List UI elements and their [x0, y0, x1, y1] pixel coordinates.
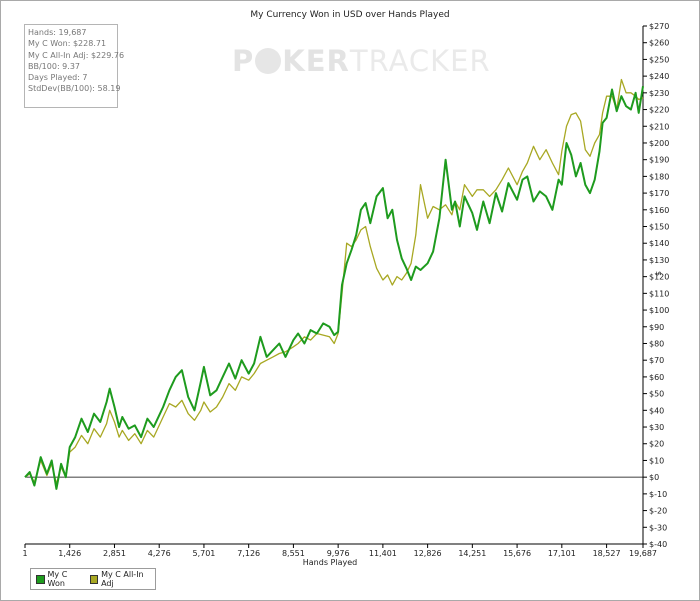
legend-label-allin: My C All-In Adj [101, 570, 144, 588]
stat-won: My C Won: $228.71 [28, 39, 107, 49]
x-tick-label: 5,701 [192, 549, 215, 558]
x-tick-label: 1 [22, 549, 27, 558]
y-tick-label: $-20 [649, 507, 667, 516]
y-tick-label: $80 [649, 339, 664, 348]
x-tick-label: 7,126 [237, 549, 260, 558]
legend-label-won: My C Won [47, 570, 68, 588]
y-tick-label: $-30 [649, 523, 667, 532]
y-tick-label: $-40 [649, 540, 667, 549]
y-tick-label: $160 [649, 206, 669, 215]
stats-box: Hands: 19,687 My C Won: $228.71 My C All… [24, 24, 125, 108]
legend-swatch-allin [89, 574, 99, 584]
stat-days: Days Played: 7 [28, 73, 88, 83]
y-tick-label: $0 [649, 473, 659, 482]
y-tick-label: $20 [649, 440, 664, 449]
x-tick-label: 19,687 [629, 549, 657, 558]
x-tick-label: 11,401 [369, 549, 397, 558]
x-tick-label: 8,551 [282, 549, 305, 558]
series-line-won [24, 86, 644, 490]
x-axis-label: Hands Played [302, 558, 358, 567]
y-tick-label: $270 [649, 22, 669, 31]
x-tick-label: 12,826 [414, 549, 442, 558]
x-tick-label: 17,101 [548, 549, 576, 558]
y-tick-label: $220 [649, 106, 669, 115]
y-tick-label: $40 [649, 406, 664, 415]
y-tick-label: $-10 [649, 490, 667, 499]
y-tick-label: $150 [649, 223, 669, 232]
stat-stddev: StdDev(BB/100): 58.19 [28, 84, 121, 94]
y-tick-label: $10 [649, 456, 664, 465]
x-tick-label: 4,276 [148, 549, 171, 558]
y-tick-label: $110 [649, 289, 669, 298]
y-tick-label: $230 [649, 89, 669, 98]
stat-hands: Hands: 19,687 [28, 28, 87, 37]
y-tick-label: $90 [649, 323, 664, 332]
x-tick-label: 2,851 [103, 549, 126, 558]
y-tick-label: $50 [649, 390, 664, 399]
x-tick-label: 9,976 [327, 549, 350, 558]
y-tick-label: $30 [649, 423, 664, 432]
y-tick-label: $210 [649, 122, 669, 131]
y-axis-label: $ [654, 271, 663, 277]
y-tick-label: $70 [649, 356, 664, 365]
y-tick-label: $250 [649, 55, 669, 64]
legend: My C Won My C All-In Adj [30, 568, 156, 590]
y-tick-label: $130 [649, 256, 669, 265]
x-tick-label: 15,676 [503, 549, 531, 558]
y-tick-label: $180 [649, 172, 669, 181]
y-tick-label: $240 [649, 72, 669, 81]
stat-allin: My C All-In Adj: $229.76 [28, 50, 125, 60]
legend-item-won: My C Won [36, 570, 85, 588]
y-tick-label: $170 [649, 189, 669, 198]
y-tick-label: $260 [649, 39, 669, 48]
y-tick-label: $100 [649, 306, 669, 315]
y-tick-label: $200 [649, 139, 669, 148]
x-tick-label: 18,527 [593, 549, 621, 558]
x-tick-label: 14,251 [458, 549, 486, 558]
y-tick-label: $140 [649, 239, 669, 248]
legend-swatch-won [36, 574, 45, 584]
y-tick-label: $190 [649, 156, 669, 165]
y-tick-label: $60 [649, 373, 664, 382]
x-tick-label: 1,426 [58, 549, 81, 558]
stat-bb100: BB/100: 9.37 [28, 61, 80, 71]
legend-item-allin: My C All-In Adj [89, 570, 155, 588]
